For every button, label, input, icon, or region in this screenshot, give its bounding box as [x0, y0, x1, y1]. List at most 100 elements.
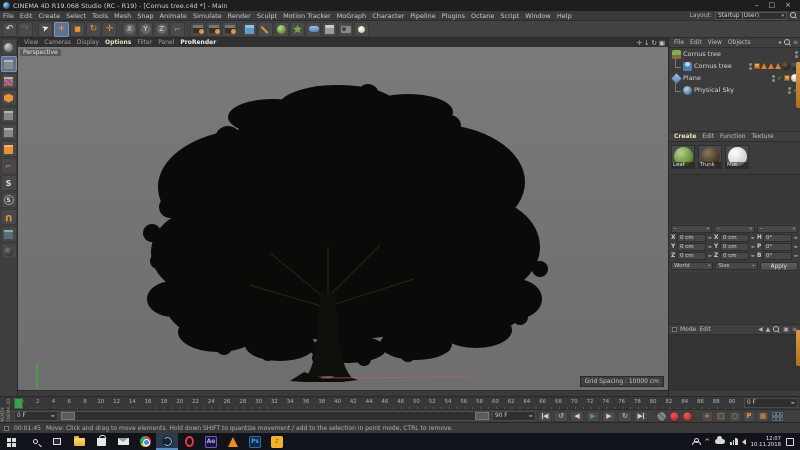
- viewport-solo-icon[interactable]: [1, 243, 17, 259]
- menu-item[interactable]: Sculpt: [254, 12, 280, 20]
- environment-icon[interactable]: [322, 22, 337, 37]
- position-z-field[interactable]: 0 cm: [677, 252, 706, 260]
- viewport-canvas[interactable]: Perspective Grid Spacing : 10000 cm: [18, 47, 668, 390]
- deformer-icon[interactable]: [306, 22, 321, 37]
- taskbar-clock[interactable]: 12:07 10.11.2018: [751, 436, 781, 448]
- play-forwards-icon[interactable]: ▶: [586, 411, 600, 422]
- om-menu-edit[interactable]: Edit: [687, 39, 705, 46]
- coordinate-system-icon[interactable]: ⌐: [170, 22, 185, 37]
- redo-icon[interactable]: ↷: [18, 22, 33, 37]
- coord-mode-dropdown[interactable]: World▾: [671, 262, 713, 270]
- coord-col3-dropdown[interactable]: –▾: [757, 225, 798, 233]
- enabled-check-icon[interactable]: ✓: [777, 75, 782, 82]
- edges-mode-icon[interactable]: [1, 124, 17, 140]
- toggle-views-icon[interactable]: ▣: [659, 39, 665, 47]
- menu-item[interactable]: Mesh: [111, 12, 134, 20]
- viewport-menu-prorender[interactable]: ProRender: [177, 39, 219, 46]
- selection-tag-icon[interactable]: [761, 63, 767, 69]
- status-checkbox[interactable]: [4, 426, 9, 431]
- model-mode-icon[interactable]: [1, 56, 17, 72]
- menu-item[interactable]: Script: [497, 12, 522, 20]
- zoom-view-icon[interactable]: ↓: [644, 39, 649, 47]
- attributes-side-tab[interactable]: [796, 330, 800, 366]
- record-rotation-icon[interactable]: ○: [729, 411, 741, 422]
- selection-tag-icon[interactable]: [775, 63, 781, 69]
- mograph-icon[interactable]: [290, 22, 305, 37]
- onedrive-icon[interactable]: [715, 439, 725, 444]
- menu-item[interactable]: Character: [369, 12, 407, 20]
- record-pla-icon[interactable]: ▦: [757, 411, 769, 422]
- render-view-icon[interactable]: [190, 22, 205, 37]
- menu-item[interactable]: Tools: [89, 12, 111, 20]
- menu-item[interactable]: Window: [522, 12, 554, 20]
- edit-menu[interactable]: Edit: [699, 326, 711, 333]
- position-x-field[interactable]: 0 cm: [677, 234, 706, 242]
- search-icon[interactable]: [790, 12, 797, 19]
- material-tag-trunk-icon[interactable]: [782, 62, 790, 70]
- play-backwards-icon[interactable]: ↺: [554, 411, 568, 422]
- viewport-menu-display[interactable]: Display: [74, 39, 102, 46]
- maximize-button[interactable]: □: [769, 1, 776, 10]
- rotate-view-icon[interactable]: ↻: [651, 39, 656, 47]
- file-explorer-icon[interactable]: [68, 433, 90, 450]
- autokeying-icon[interactable]: [682, 411, 693, 422]
- rotation-b-field[interactable]: 0°: [763, 252, 792, 260]
- material-leaf[interactable]: Leaf: [671, 145, 695, 169]
- range-end-field[interactable]: 90 F◂▸: [492, 411, 536, 421]
- content-browser-tab[interactable]: [796, 62, 800, 108]
- previous-frame-icon[interactable]: ◀: [570, 411, 584, 422]
- material-trunk[interactable]: Trunk: [698, 145, 722, 169]
- keyframe-selection-icon[interactable]: [656, 411, 667, 422]
- lock-x-icon[interactable]: X: [122, 22, 137, 37]
- title-bar[interactable]: CINEMA 4D R19.068 Studio (RC - R19) - [C…: [0, 0, 800, 11]
- am-checkbox[interactable]: [672, 327, 677, 332]
- lock-y-icon[interactable]: Y: [138, 22, 153, 37]
- record-scale-icon[interactable]: □: [715, 411, 727, 422]
- om-menu-objects[interactable]: Objects: [725, 39, 754, 46]
- live-selection-icon[interactable]: ➤: [38, 22, 53, 37]
- compositing-tag-icon[interactable]: [784, 75, 790, 81]
- range-start-handle[interactable]: [61, 412, 75, 420]
- viewport-menu-filter[interactable]: Filter: [134, 39, 155, 46]
- task-view-icon[interactable]: [46, 433, 68, 450]
- viewport-menu-view[interactable]: View: [21, 39, 41, 46]
- texture-mode-icon[interactable]: [1, 73, 17, 89]
- polygons-mode-icon[interactable]: [1, 141, 17, 157]
- enable-snap-icon[interactable]: S: [1, 175, 17, 191]
- am-search-icon[interactable]: [773, 326, 780, 333]
- minimize-button[interactable]: –: [755, 1, 759, 10]
- menu-item[interactable]: Edit: [17, 12, 36, 20]
- rotation-p-field[interactable]: 0°: [763, 243, 792, 251]
- after-effects-icon[interactable]: Ae: [200, 433, 222, 450]
- snap-settings-icon[interactable]: S: [1, 192, 17, 208]
- current-frame-field[interactable]: 0 F◂▸: [744, 398, 798, 408]
- spline-pen-icon[interactable]: [258, 22, 273, 37]
- quantize-magnet-icon[interactable]: U: [1, 209, 17, 225]
- mail-icon[interactable]: [112, 433, 134, 450]
- light-icon[interactable]: [354, 22, 369, 37]
- size-y-field[interactable]: 0 cm: [720, 243, 749, 251]
- opera-icon[interactable]: [178, 433, 200, 450]
- apply-button[interactable]: Apply: [760, 262, 798, 271]
- layout-dropdown[interactable]: Startup (User)▾: [715, 12, 787, 20]
- rotation-h-field[interactable]: 0°: [763, 234, 792, 242]
- notes-app-icon[interactable]: ♪: [266, 433, 288, 450]
- add-cube-icon[interactable]: [242, 22, 257, 37]
- make-editable-icon[interactable]: [1, 39, 17, 55]
- move-tool-icon[interactable]: +: [54, 22, 69, 37]
- record-active-objects-icon[interactable]: [669, 411, 680, 422]
- viewport-menu-options[interactable]: Options: [102, 39, 134, 46]
- volume-icon[interactable]: [742, 439, 746, 445]
- coord-col2-dropdown[interactable]: –▾: [714, 225, 755, 233]
- om-list-icon[interactable]: ≡: [793, 39, 798, 46]
- mat-menu-edit[interactable]: Edit: [699, 133, 717, 140]
- visibility-dots[interactable]: [772, 75, 775, 82]
- object-row-cornus-tree[interactable]: Cornus tree: [669, 48, 800, 60]
- action-center-icon[interactable]: [786, 438, 794, 446]
- om-arrow-icon[interactable]: ▸: [779, 39, 782, 46]
- position-y-field[interactable]: 0 cm: [677, 243, 706, 251]
- render-picture-viewer-icon[interactable]: [206, 22, 221, 37]
- floor-icon[interactable]: [274, 22, 289, 37]
- lock-z-icon[interactable]: Z: [154, 22, 169, 37]
- pan-view-icon[interactable]: ✛: [636, 39, 641, 47]
